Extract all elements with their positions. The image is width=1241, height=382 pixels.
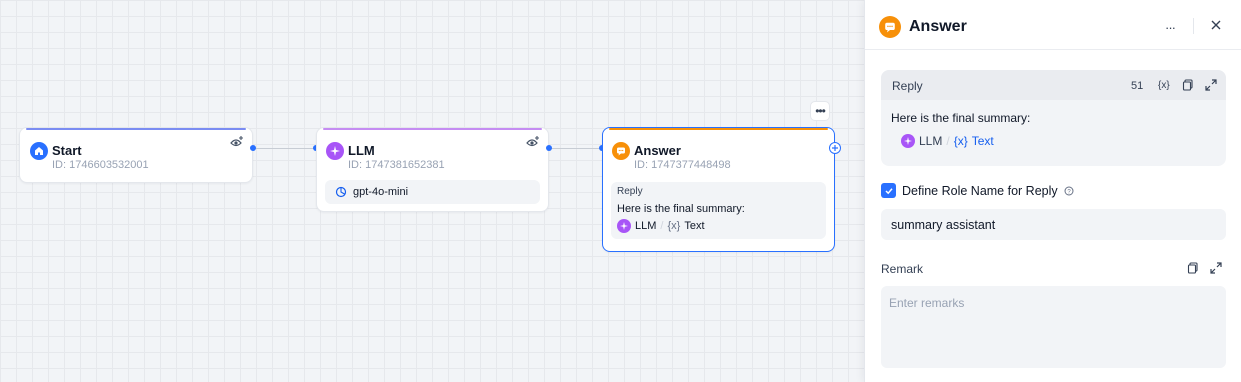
help-icon[interactable]: ?	[1064, 186, 1074, 196]
var-separator: /	[946, 134, 950, 148]
var-name: Text	[971, 134, 994, 148]
llm-model-selector[interactable]: gpt-4o-mini	[325, 180, 540, 204]
remark-label: Remark	[881, 262, 924, 276]
reply-variable: LLM / {x} Text	[617, 219, 820, 233]
start-node-id: ID: 1746603532001	[52, 159, 149, 171]
llm-sparkle-icon	[901, 134, 915, 148]
define-role-checkbox[interactable]	[881, 183, 896, 198]
answer-node-title: Answer	[634, 143, 681, 158]
panel-title: Answer	[909, 18, 967, 35]
start-node[interactable]: Start ID: 1746603532001	[19, 127, 253, 183]
start-node-title: Start	[52, 143, 82, 158]
answer-node-id: ID: 1747377448498	[634, 159, 731, 171]
llm-output-port[interactable]	[546, 145, 552, 151]
llm-sparkle-icon	[617, 219, 631, 233]
start-node-accent	[26, 128, 246, 130]
llm-node-title: LLM	[348, 143, 375, 158]
define-role-label: Define Role Name for Reply	[902, 183, 1058, 198]
reply-editor[interactable]: Reply 51 {x} Here is the final summary: …	[881, 70, 1226, 166]
define-role-row: Define Role Name for Reply ?	[881, 183, 1074, 198]
reply-char-count: 51	[1131, 80, 1144, 92]
panel-more-button[interactable]: ···	[1165, 20, 1176, 35]
var-source: LLM	[919, 134, 943, 148]
node-more-button[interactable]: •••	[810, 101, 830, 121]
start-output-port[interactable]	[250, 145, 256, 151]
reply-editor-header: Reply 51 {x}	[881, 70, 1226, 100]
chat-bubble-icon	[879, 16, 901, 38]
openai-icon	[335, 186, 347, 198]
expand-icon[interactable]	[1210, 262, 1222, 274]
reply-editor-text[interactable]: Here is the final summary:	[891, 111, 1030, 125]
edge-llm-answer	[549, 148, 602, 149]
header-divider	[1193, 18, 1194, 34]
variable-icon: {x}	[667, 220, 681, 232]
answer-node[interactable]: Answer ID: 1747377448498 Reply Here is t…	[602, 127, 835, 252]
node-settings-panel: Answer ··· Reply 51 {x} Here is the fina…	[864, 0, 1241, 382]
copy-icon[interactable]	[1187, 262, 1199, 274]
plus-icon	[832, 145, 838, 151]
llm-sparkle-icon	[326, 142, 344, 160]
copy-icon[interactable]	[1182, 79, 1194, 91]
var-source: LLM	[635, 220, 657, 232]
preview-eye-icon[interactable]	[526, 135, 540, 149]
answer-reply-preview: Reply Here is the final summary: LLM / {…	[611, 182, 826, 239]
var-name: Text	[684, 220, 705, 232]
chat-bubble-icon	[612, 142, 630, 160]
add-node-button[interactable]	[829, 142, 841, 154]
reply-text: Here is the final summary:	[617, 203, 745, 215]
llm-node-id: ID: 1747381652381	[348, 159, 445, 171]
home-icon	[30, 142, 48, 160]
expand-icon[interactable]	[1205, 79, 1217, 91]
var-separator: /	[660, 220, 664, 232]
reply-editor-variable[interactable]: LLM / {x} Text	[901, 134, 994, 148]
llm-node-accent	[323, 128, 542, 130]
check-icon	[884, 187, 893, 194]
preview-eye-icon[interactable]	[230, 135, 244, 149]
reply-label: Reply	[617, 186, 643, 197]
close-icon[interactable]	[1209, 18, 1223, 32]
llm-node[interactable]: LLM ID: 1747381652381 gpt-4o-mini	[316, 127, 549, 212]
answer-node-accent	[609, 128, 828, 130]
insert-variable-button[interactable]: {x}	[1158, 80, 1170, 91]
role-name-input[interactable]	[881, 209, 1226, 240]
edge-start-llm	[253, 148, 315, 149]
workflow-canvas[interactable]: Start ID: 1746603532001 LLM ID: 17473816…	[0, 0, 864, 382]
remark-textarea[interactable]	[881, 286, 1226, 368]
variable-icon: {x}	[953, 134, 968, 148]
panel-header: Answer ···	[865, 0, 1241, 50]
reply-editor-label: Reply	[892, 79, 923, 93]
llm-model-name: gpt-4o-mini	[353, 186, 409, 198]
